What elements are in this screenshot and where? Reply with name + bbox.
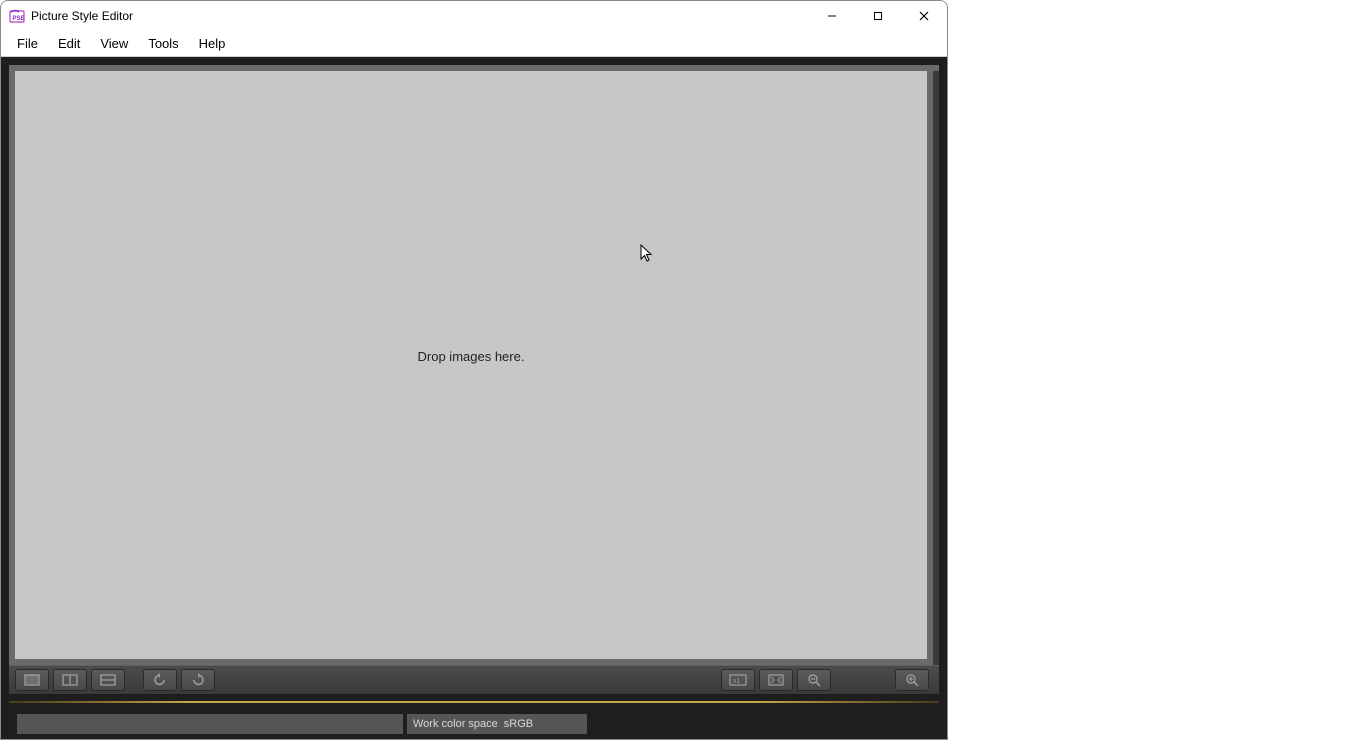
window-title: Picture Style Editor — [31, 9, 133, 23]
rotate-ccw-button[interactable] — [143, 669, 177, 691]
canvas-frame: Drop images here. — [9, 65, 939, 665]
close-button[interactable] — [901, 1, 947, 31]
zoom-actual-button[interactable]: x1 — [721, 669, 755, 691]
menu-edit[interactable]: Edit — [48, 32, 90, 55]
status-bar: Work color space sRGB — [9, 713, 939, 739]
drop-hint-text: Drop images here. — [418, 349, 525, 364]
title-bar: PSE Picture Style Editor — [1, 1, 947, 31]
bottom-toolbar: x1 — [9, 665, 939, 695]
svg-text:PSE: PSE — [13, 16, 25, 22]
status-filename-block — [17, 714, 403, 734]
status-gap — [9, 703, 939, 713]
status-colorspace-label: Work color space — [413, 718, 498, 730]
window-controls — [809, 1, 947, 31]
status-colorspace-value: sRGB — [504, 718, 533, 730]
minimize-button[interactable] — [809, 1, 855, 31]
canvas-drop-zone[interactable]: Drop images here. — [15, 71, 927, 659]
canvas-shadow-edge — [933, 71, 939, 665]
svg-text:x1: x1 — [733, 678, 741, 685]
workspace: Drop images here. x1 — [1, 57, 947, 739]
status-colorspace-block: Work color space sRGB — [407, 714, 587, 734]
menu-file[interactable]: File — [7, 32, 48, 55]
layout-single-button[interactable] — [15, 669, 49, 691]
maximize-button[interactable] — [855, 1, 901, 31]
menu-help[interactable]: Help — [189, 32, 236, 55]
menu-tools[interactable]: Tools — [138, 32, 188, 55]
zoom-in-button[interactable] — [895, 669, 929, 691]
zoom-out-button[interactable] — [797, 669, 831, 691]
zoom-fit-button[interactable] — [759, 669, 793, 691]
layout-split-horizontal-button[interactable] — [91, 669, 125, 691]
app-window: PSE Picture Style Editor File Edit View … — [0, 0, 948, 740]
app-icon: PSE — [9, 8, 25, 24]
layout-split-vertical-button[interactable] — [53, 669, 87, 691]
menu-bar: File Edit View Tools Help — [1, 31, 947, 57]
rotate-cw-button[interactable] — [181, 669, 215, 691]
menu-view[interactable]: View — [90, 32, 138, 55]
